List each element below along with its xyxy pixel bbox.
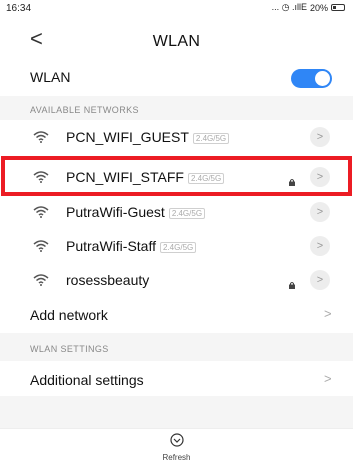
network-row[interactable]: PCN_WIFI_GUEST 2.4G/5G > (0, 120, 353, 154)
status-icons: ... ◷ .ıllE 20% (272, 2, 345, 13)
chevron-right-icon: > (324, 371, 332, 386)
network-row[interactable]: rosessbeauty > (0, 263, 353, 297)
network-details-button[interactable]: > (310, 270, 330, 290)
wlan-settings-header: WLAN SETTINGS (30, 344, 109, 354)
network-details-button[interactable]: > (310, 236, 330, 256)
network-name: PutraWifi-Guest 2.4G/5G (66, 204, 206, 220)
battery-percent: 20% (309, 2, 328, 13)
additional-settings-row[interactable]: Additional settings > (0, 362, 353, 396)
wlan-toggle-row[interactable]: WLAN (0, 60, 353, 94)
network-ssid: rosessbeauty (66, 272, 150, 288)
chevron-right-icon: > (324, 306, 332, 321)
band-badge: 2.4G/5G (192, 133, 230, 144)
wifi-icon (33, 239, 49, 252)
network-details-button[interactable]: > (310, 202, 330, 222)
toggle-knob (315, 71, 330, 86)
add-network-row[interactable]: Add network > (0, 297, 353, 331)
status-time: 16:34 (6, 3, 32, 14)
network-row[interactable]: PutraWifi-Guest 2.4G/5G > (0, 195, 353, 229)
network-ssid: PutraWifi-Staff (66, 238, 156, 254)
additional-settings-label: Additional settings (30, 372, 144, 388)
empty-band (0, 396, 353, 428)
network-name: PutraWifi-Staff 2.4G/5G (66, 238, 197, 254)
refresh-icon[interactable] (169, 432, 185, 448)
band-badge: 2.4G/5G (160, 242, 197, 253)
network-details-button[interactable]: > (310, 127, 330, 147)
header: < WLAN (0, 24, 353, 58)
status-bar: 16:34 ... ◷ .ıllE 20% (0, 0, 353, 16)
band-badge: 2.4G/5G (168, 208, 206, 219)
highlight-box (1, 156, 352, 196)
page-title: WLAN (152, 33, 201, 50)
wlan-toggle-switch[interactable] (291, 69, 332, 88)
wifi-icon (33, 205, 49, 218)
signal-icons: ... ◷ .ıllE (271, 2, 307, 12)
available-networks-header: AVAILABLE NETWORKS (30, 105, 139, 115)
lock-icon (288, 276, 296, 289)
wifi-icon (33, 130, 49, 143)
bottom-bar: Refresh (0, 428, 353, 469)
wlan-label: WLAN (30, 69, 71, 85)
battery-icon (331, 4, 345, 11)
network-name: rosessbeauty (66, 272, 149, 288)
network-ssid: PutraWifi-Guest (66, 204, 165, 220)
network-ssid: PCN_WIFI_GUEST (66, 129, 189, 145)
network-name: PCN_WIFI_GUEST 2.4G/5G (66, 129, 230, 145)
refresh-label[interactable]: Refresh (0, 453, 353, 462)
network-row[interactable]: PutraWifi-Staff 2.4G/5G > (0, 229, 353, 263)
wifi-icon (33, 273, 49, 286)
add-network-label: Add network (30, 307, 108, 323)
